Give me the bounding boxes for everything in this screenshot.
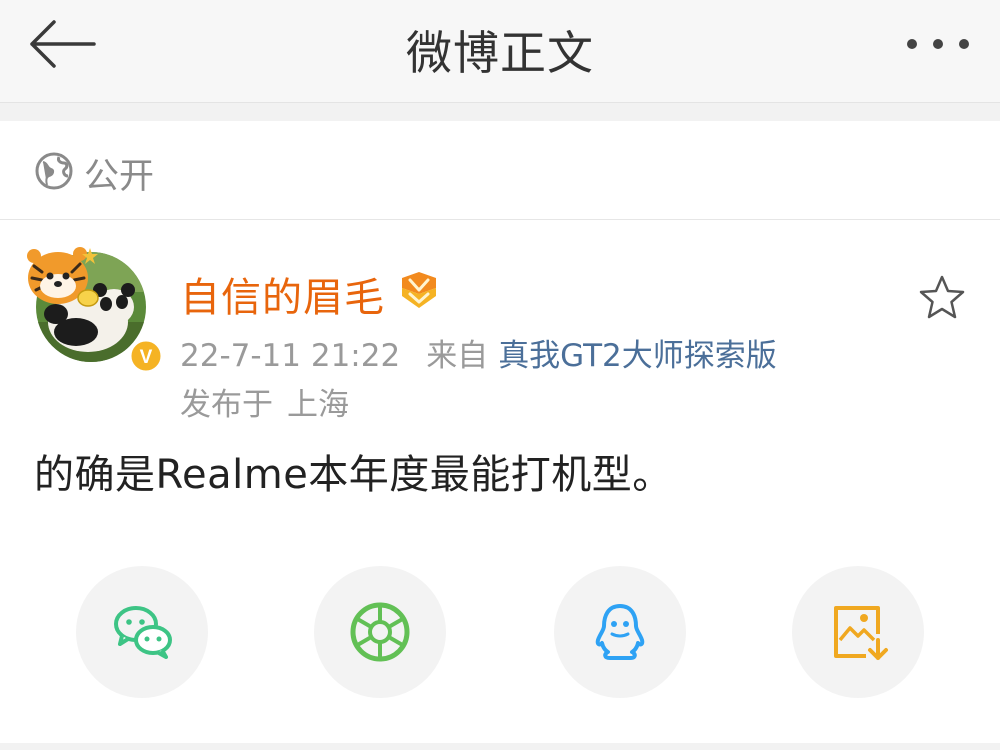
vip-member-icon bbox=[402, 272, 436, 308]
location-name: 上海 bbox=[287, 387, 349, 423]
post-body-text: 的确是Realme本年度最能打机型。 bbox=[34, 452, 673, 498]
author-name[interactable]: 自信的眉毛 bbox=[180, 265, 385, 323]
navigation-bar: 微博正文 bbox=[0, 0, 1000, 103]
more-button[interactable] bbox=[902, 30, 974, 58]
source-device-link[interactable]: 真我GT2大师探索版 bbox=[498, 338, 777, 374]
location-prefix: 发布于 bbox=[180, 387, 273, 423]
save-image-button[interactable] bbox=[792, 566, 924, 698]
visibility-label: 公开 bbox=[84, 157, 155, 197]
verified-badge-label: V bbox=[140, 347, 153, 368]
page-title: 微博正文 bbox=[406, 26, 594, 80]
qq-penguin-icon bbox=[595, 604, 645, 660]
source-prefix: 来自 bbox=[426, 338, 489, 374]
share-moments-button[interactable] bbox=[314, 566, 446, 698]
share-qq-button[interactable] bbox=[554, 566, 686, 698]
post-meta: 22-7-11 21:22 来自 真我GT2大师探索版 bbox=[180, 330, 777, 375]
post-timestamp: 22-7-11 21:22 bbox=[180, 338, 401, 374]
more-horizontal-icon bbox=[907, 39, 969, 49]
wechat-icon bbox=[114, 606, 172, 659]
verified-badge-icon: V bbox=[128, 338, 164, 374]
save-image-icon bbox=[834, 606, 888, 660]
share-wechat-button[interactable] bbox=[76, 566, 208, 698]
visibility-row: 公开 bbox=[0, 121, 1000, 220]
star-outline-icon bbox=[919, 275, 965, 319]
globe-icon bbox=[35, 152, 73, 190]
favorite-button[interactable] bbox=[918, 274, 966, 320]
tiger-pendant-icon bbox=[27, 247, 99, 307]
post-location: 发布于 上海 bbox=[180, 379, 349, 424]
moments-shutter-icon bbox=[350, 602, 410, 662]
avatar[interactable]: V bbox=[24, 242, 164, 374]
